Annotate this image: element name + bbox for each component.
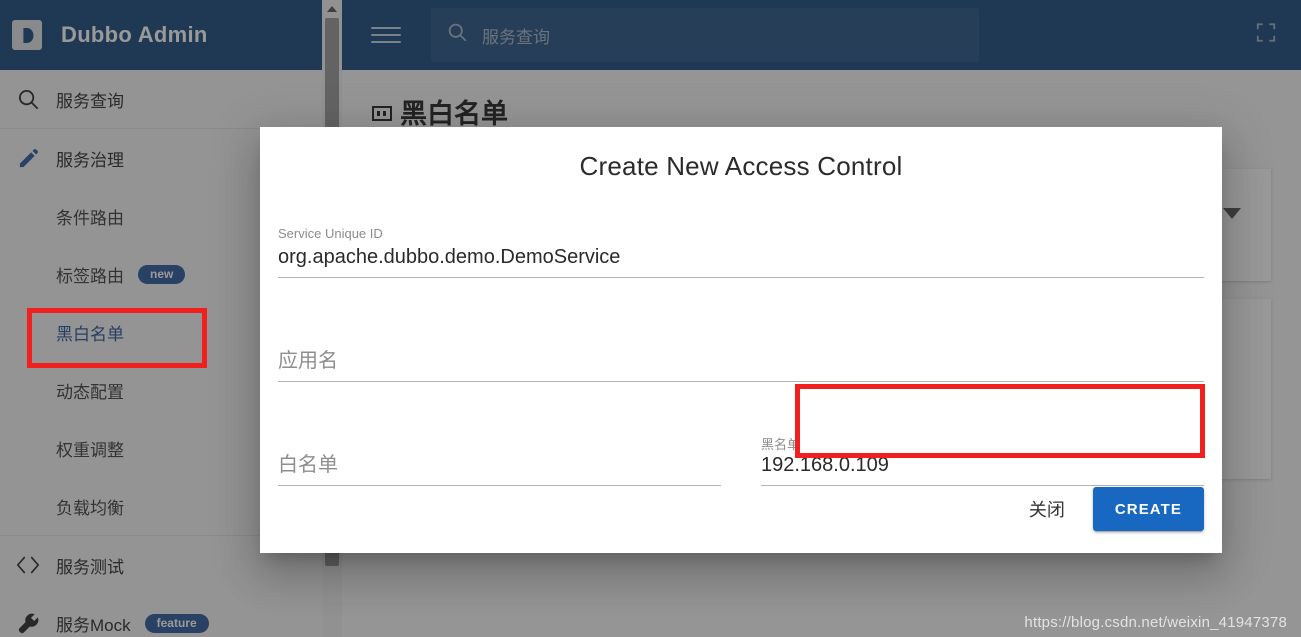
fullscreen-icon[interactable]: [1255, 22, 1277, 49]
sidebar-item-service-mock[interactable]: 服务Mock feature: [0, 594, 322, 637]
form-row-app-name: 应用名: [278, 330, 1204, 398]
hamburger-icon[interactable]: [371, 27, 401, 43]
sidebar-item-label: 权重调整: [56, 440, 124, 460]
dialog-body: Service Unique ID org.apache.dubbo.demo.…: [260, 182, 1222, 502]
wrench-icon: [0, 612, 56, 635]
close-button[interactable]: 关闭: [1011, 486, 1083, 532]
dubbo-logo-icon: [12, 20, 42, 50]
sidebar-item-service-query[interactable]: 服务查询: [0, 70, 322, 128]
app-window: Dubbo Admin 服务查询 服务治理 条件路由 标签路由 new 黑白名单…: [0, 0, 1301, 637]
page-title-text: 黑白名单: [400, 99, 508, 129]
search-input[interactable]: 服务查询: [431, 8, 979, 62]
sidebar-item-label: 服务治理: [56, 150, 124, 170]
whitelist-placeholder[interactable]: 白名单: [278, 452, 721, 486]
form-row-service-id: Service Unique ID org.apache.dubbo.demo.…: [278, 226, 1204, 294]
page-title-icon: [372, 106, 392, 121]
sidebar-item-label: 黑白名单: [56, 324, 124, 344]
sidebar-item-label: 标签路由: [56, 266, 124, 286]
service-unique-id-value[interactable]: org.apache.dubbo.demo.DemoService: [278, 244, 1204, 278]
create-button[interactable]: CREATE: [1092, 487, 1204, 531]
row-spacer: [278, 294, 1204, 330]
blacklist-label: 黑名单: [761, 437, 801, 452]
search-icon: [0, 88, 56, 111]
row-spacer: [278, 398, 1204, 434]
watermark: https://blog.csdn.net/weixin_41947378: [1024, 614, 1287, 631]
whitelist-field[interactable]: 白名单: [278, 434, 721, 502]
search-icon: [447, 22, 468, 48]
app-name-placeholder[interactable]: 应用名: [278, 348, 1204, 382]
page-title: 黑白名单: [372, 92, 1271, 131]
sidebar-item-label: 服务查询: [56, 91, 124, 111]
service-unique-id-field[interactable]: Service Unique ID org.apache.dubbo.demo.…: [278, 226, 1204, 294]
sidebar-item-label: 动态配置: [56, 382, 124, 402]
sidebar-item-label: 服务测试: [56, 557, 124, 577]
status-badge: new: [138, 264, 186, 284]
create-access-control-dialog: Create New Access Control Service Unique…: [260, 127, 1222, 553]
sidebar-item-label: 服务Mock: [56, 615, 131, 635]
sidebar-item-label: 负载均衡: [56, 498, 124, 518]
dialog-title: Create New Access Control: [579, 151, 903, 181]
brand-title: Dubbo Admin: [61, 22, 208, 47]
service-unique-id-label: Service Unique ID: [278, 226, 383, 241]
brand-header: Dubbo Admin: [0, 0, 322, 70]
scroll-up-arrow-icon[interactable]: [322, 0, 342, 17]
dialog-actions: 关闭 CREATE: [1011, 486, 1204, 532]
search-placeholder-text: 服务查询: [482, 27, 550, 47]
code-icon: [0, 555, 56, 575]
sidebar-item-label: 条件路由: [56, 208, 124, 228]
feature-badge: feature: [144, 613, 209, 633]
pencil-icon: [0, 147, 56, 170]
chevron-down-icon[interactable]: [1223, 208, 1241, 219]
top-bar: 服务查询: [342, 0, 1301, 70]
blacklist-value[interactable]: 192.168.0.109: [761, 452, 1204, 486]
app-name-field[interactable]: 应用名: [278, 330, 1204, 398]
